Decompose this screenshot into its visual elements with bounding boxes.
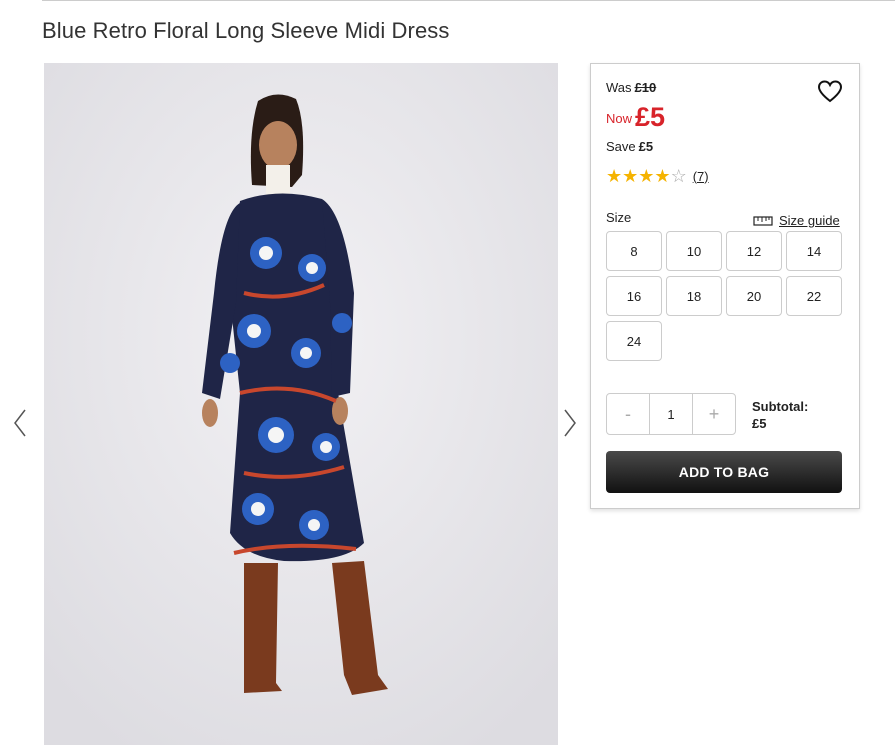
add-to-bag-button[interactable]: ADD TO BAG	[606, 451, 842, 493]
chevron-right-icon	[564, 409, 576, 437]
quantity-increase-button[interactable]: +	[693, 394, 735, 434]
size-label: Size	[606, 210, 632, 225]
star-icon: ★	[654, 166, 671, 186]
size-option[interactable]: 16	[606, 276, 662, 316]
save-amount: £5	[638, 139, 654, 154]
price-save: Save £5	[606, 139, 653, 154]
size-option[interactable]: 18	[666, 276, 722, 316]
price-now: Now £5	[606, 102, 665, 133]
was-price: £10	[634, 80, 657, 95]
star-empty-icon: ☆	[670, 166, 687, 186]
save-label: Save	[606, 139, 636, 154]
wishlist-button[interactable]	[817, 80, 843, 104]
size-guide-label: Size guide	[779, 213, 840, 228]
subtotal-value: £5	[752, 416, 767, 431]
size-option[interactable]: 8	[606, 231, 662, 271]
rating: ★ ★ ★ ★ ☆ (7)	[606, 167, 709, 185]
size-option[interactable]: 10	[666, 231, 722, 271]
heart-icon	[817, 80, 843, 103]
size-guide-link[interactable]: Size guide	[753, 213, 840, 228]
chevron-left-icon	[14, 409, 26, 437]
size-option[interactable]: 20	[726, 276, 782, 316]
ruler-icon	[753, 215, 773, 226]
now-label: Now	[606, 111, 633, 126]
product-image[interactable]	[44, 63, 558, 745]
size-option[interactable]: 14	[786, 231, 842, 271]
quantity-stepper: - 1 +	[606, 393, 736, 435]
size-option[interactable]: 22	[786, 276, 842, 316]
price-was: Was £10	[606, 80, 656, 95]
top-divider	[42, 0, 895, 1]
now-price: £5	[635, 102, 666, 132]
subtotal: Subtotal: £5	[752, 398, 808, 432]
size-options: 8 10 12 14 16 18 20 22 24	[606, 231, 843, 361]
star-icon: ★	[638, 166, 655, 186]
subtotal-label: Subtotal:	[752, 399, 809, 414]
product-title: Blue Retro Floral Long Sleeve Midi Dress	[42, 18, 450, 43]
quantity-decrease-button[interactable]: -	[607, 394, 649, 434]
quantity-input[interactable]: 1	[649, 394, 693, 434]
star-icon: ★	[606, 166, 623, 186]
review-count-link[interactable]: (7)	[693, 169, 709, 184]
size-option[interactable]: 24	[606, 321, 662, 361]
model-photo	[44, 63, 558, 745]
star-icon: ★	[622, 166, 639, 186]
buy-box: Was £10 Now £5 Save £5 ★ ★ ★ ★ ☆ (7) Size S…	[590, 63, 860, 509]
size-option[interactable]: 12	[726, 231, 782, 271]
gallery-next-button[interactable]	[562, 408, 578, 438]
was-label: Was	[606, 80, 632, 95]
gallery-prev-button[interactable]	[12, 408, 28, 438]
